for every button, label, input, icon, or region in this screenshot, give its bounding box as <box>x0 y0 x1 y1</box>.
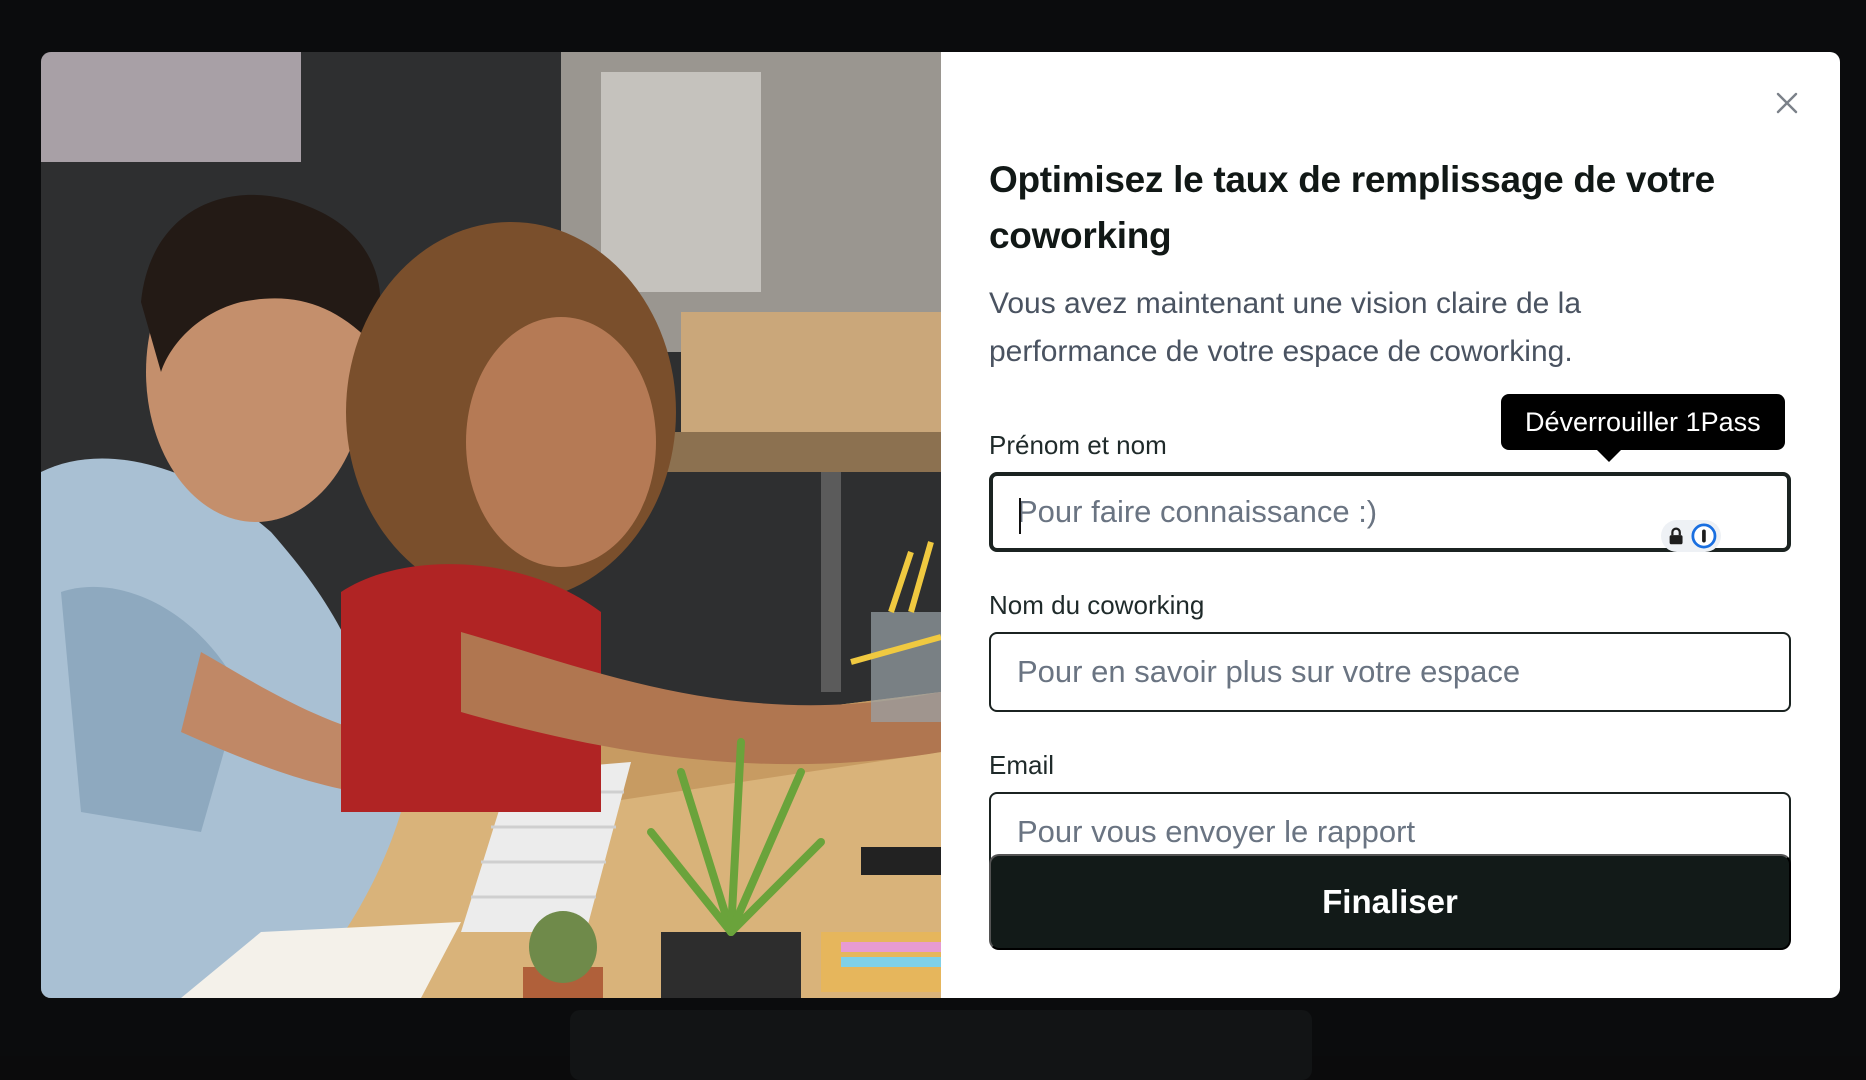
photo-illustration <box>41 52 941 998</box>
close-icon <box>1775 91 1799 115</box>
coworking-name-input[interactable] <box>1017 654 1717 690</box>
modal-subtitle: Vous avez maintenant une vision claire d… <box>989 280 1749 376</box>
email-label: Email <box>989 750 1054 781</box>
full-name-field-wrapper <box>989 472 1791 552</box>
email-input[interactable] <box>1017 814 1717 850</box>
finalize-button[interactable]: Finaliser <box>989 854 1791 950</box>
full-name-label: Prénom et nom <box>989 430 1167 461</box>
password-manager-tooltip: Déverrouiller 1Pass <box>1501 394 1785 450</box>
password-manager-icons[interactable] <box>1661 520 1721 552</box>
background-bar <box>570 1010 1312 1080</box>
full-name-input[interactable] <box>1017 494 1717 530</box>
form-panel: Optimisez le taux de remplissage de votr… <box>941 52 1840 998</box>
close-button[interactable] <box>1772 88 1802 118</box>
lead-capture-modal: Optimisez le taux de remplissage de votr… <box>41 52 1840 998</box>
coworking-name-label: Nom du coworking <box>989 590 1204 621</box>
lock-icon <box>1665 524 1687 548</box>
hero-photo <box>41 52 941 998</box>
onepassword-icon <box>1691 522 1717 550</box>
coworking-name-field-wrapper <box>989 632 1791 712</box>
text-caret <box>1019 498 1021 534</box>
modal-title: Optimisez le taux de remplissage de votr… <box>989 152 1789 264</box>
